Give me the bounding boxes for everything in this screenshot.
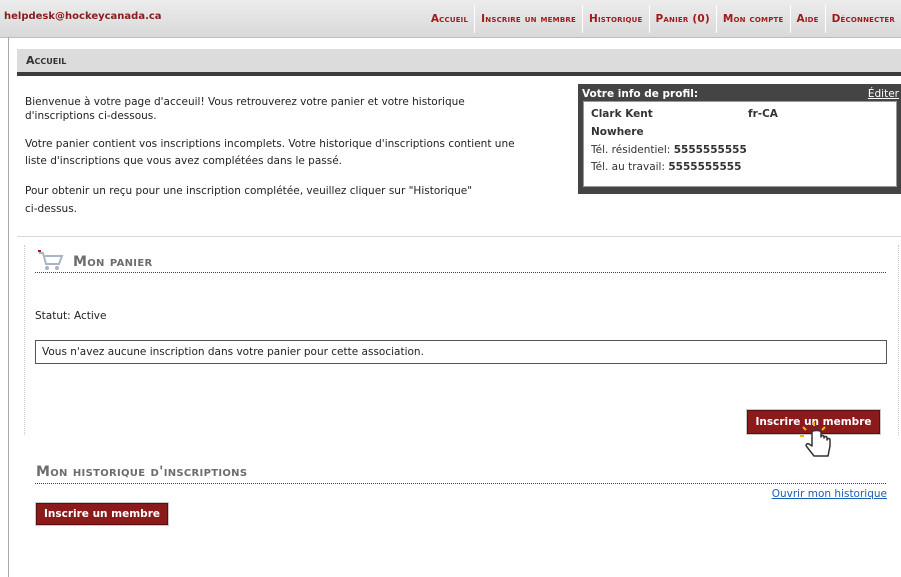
divider <box>35 272 886 273</box>
nav-historique[interactable]: Historique <box>581 5 649 33</box>
hand-cursor-icon <box>800 422 831 457</box>
open-history-link[interactable]: Ouvrir mon historique <box>772 488 887 500</box>
nav-mon-compte[interactable]: Mon compte <box>715 5 790 33</box>
home-phone: Tél. résidentiel: 5555555555 <box>591 144 747 156</box>
welcome-text: ci-dessus. <box>25 203 78 215</box>
welcome-text: Votre panier contient vos inscriptions i… <box>25 138 515 150</box>
nav-deconnecter[interactable]: Déconnecter <box>824 5 901 33</box>
welcome-text: Pour obtenir un reçu pour une inscriptio… <box>25 185 473 197</box>
nav-aide[interactable]: Aide <box>789 5 825 33</box>
edit-profile-link[interactable]: Éditer <box>868 88 899 100</box>
profile-city: Nowhere <box>591 126 644 138</box>
welcome-text: d'inscriptions ci-dessous. <box>25 110 157 122</box>
history-title: Mon historique d'inscriptions <box>36 464 248 480</box>
empty-cart-message: Vous n'avez aucune inscription dans votr… <box>42 346 424 358</box>
welcome-text: liste d'inscriptions que vous avez compl… <box>25 155 343 167</box>
page-title: Accueil <box>26 54 67 67</box>
nav-panier[interactable]: Panier (0) <box>648 5 716 33</box>
cart-status: Statut: Active <box>35 310 107 322</box>
section-header: Accueil <box>17 49 901 76</box>
profile-panel: Votre info de profil: Éditer Clark Kent … <box>578 84 901 194</box>
nav-inscrire-membre[interactable]: Inscrire un membre <box>474 5 582 33</box>
history-register-member-button[interactable]: Inscrire un membre <box>36 503 168 525</box>
work-phone-label: Tél. au travail: <box>591 161 665 173</box>
profile-title: Votre info de profil: <box>582 88 699 100</box>
profile-name: Clark Kent <box>591 108 653 120</box>
empty-cart-message-box: Vous n'avez aucune inscription dans votr… <box>35 340 887 364</box>
main-nav: Accueil Inscrire un membre Historique Pa… <box>425 5 901 33</box>
work-phone-value: 5555555555 <box>668 161 742 173</box>
divider <box>35 483 886 484</box>
profile-details: Clark Kent fr-CA Nowhere Tél. résidentie… <box>583 101 897 187</box>
nav-accueil[interactable]: Accueil <box>425 5 474 33</box>
cart-title: Mon panier <box>73 254 153 270</box>
home-phone-value: 5555555555 <box>673 144 747 156</box>
top-bar: helpdesk@hockeycanada.ca Accueil Inscrir… <box>0 0 901 38</box>
helpdesk-email[interactable]: helpdesk@hockeycanada.ca <box>4 11 162 22</box>
profile-locale: fr-CA <box>748 108 778 120</box>
shopping-cart-icon <box>38 250 64 270</box>
work-phone: Tél. au travail: 5555555555 <box>591 161 741 173</box>
home-phone-label: Tél. résidentiel: <box>591 144 671 156</box>
